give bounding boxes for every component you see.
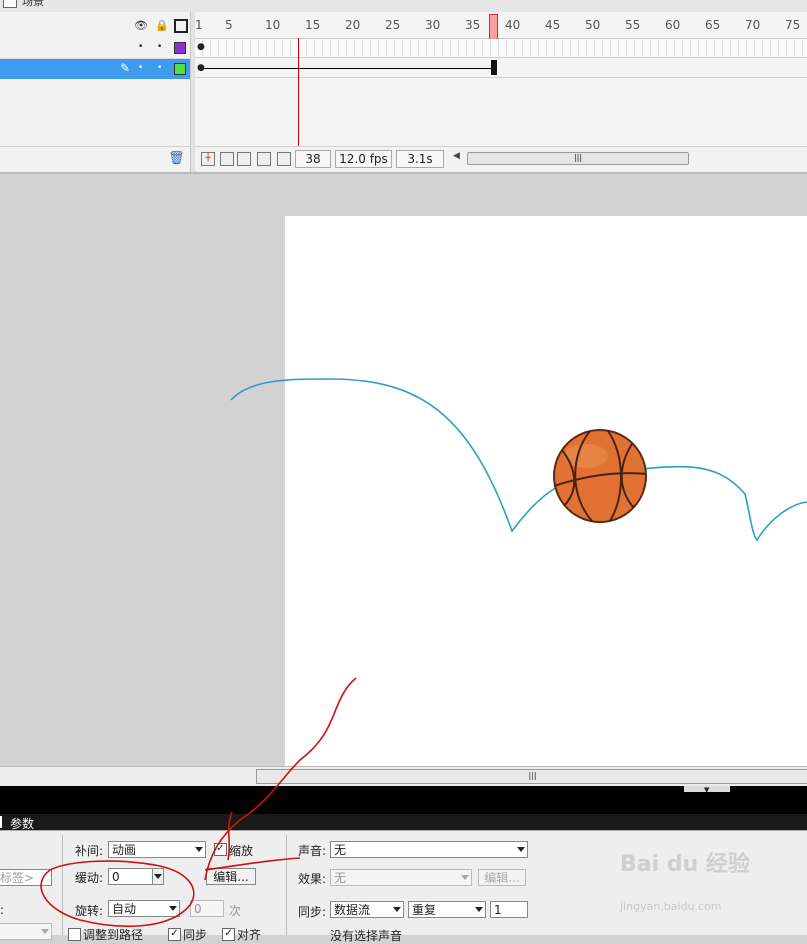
red-annotation (40, 677, 357, 928)
